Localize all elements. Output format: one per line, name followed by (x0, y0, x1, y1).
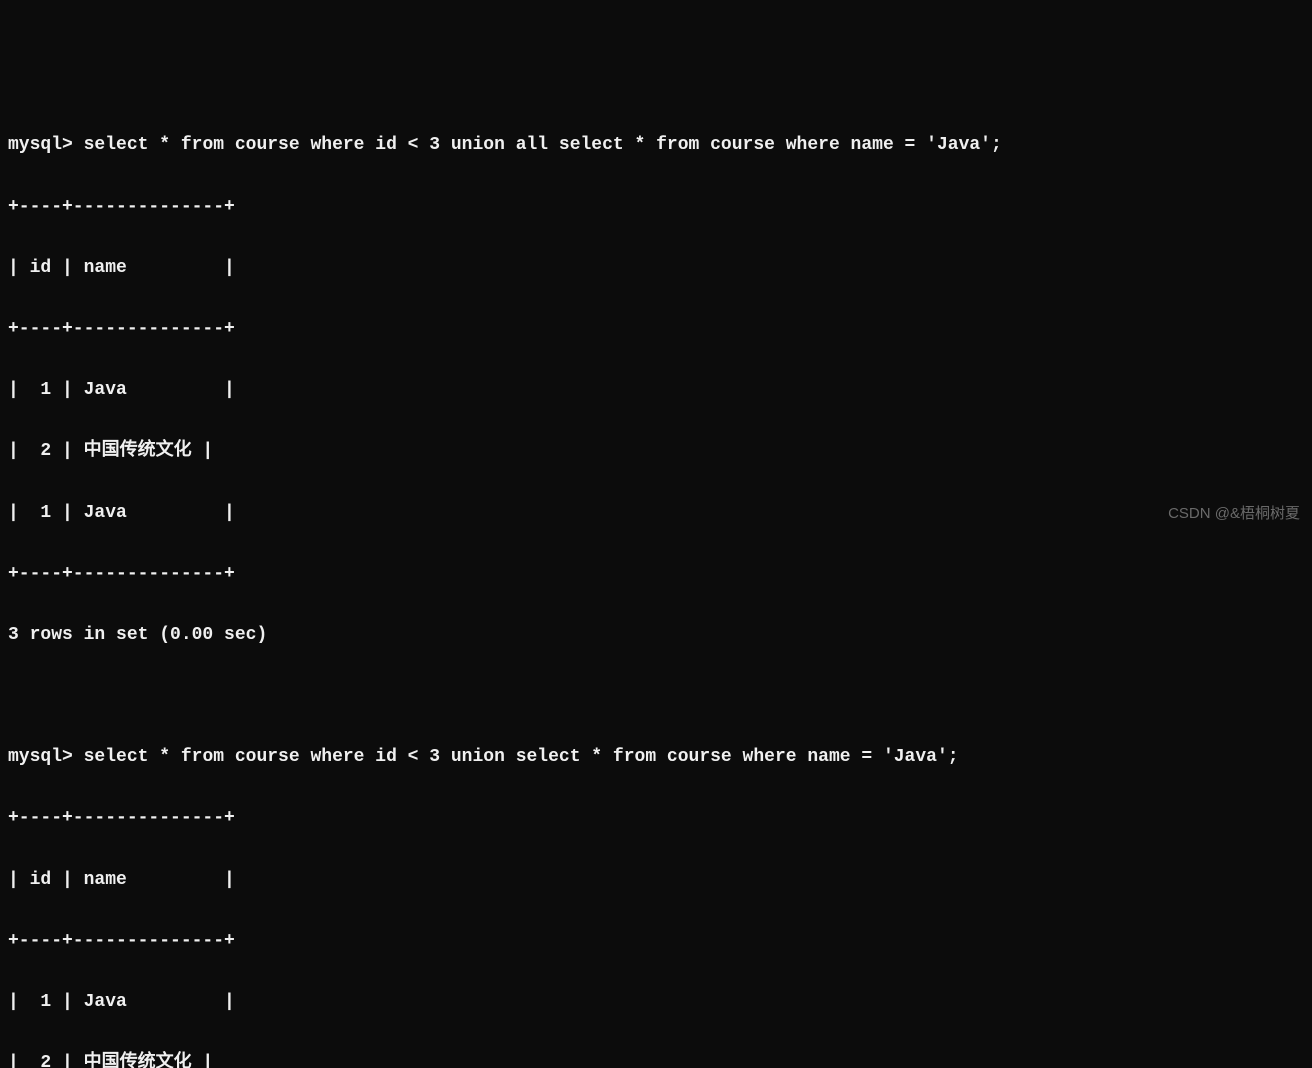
blank-line (8, 681, 1304, 712)
mysql-prompt: mysql> (8, 135, 84, 155)
watermark: CSDN @&梧桐树夏 (1168, 501, 1300, 527)
table-header: | id | name | (8, 253, 1304, 284)
table-row: | 1 | Java | (8, 375, 1304, 406)
table-border-mid: +----+--------------+ (8, 926, 1304, 957)
table-row: | 2 | 中国传统文化 | (8, 436, 1304, 467)
table-row: | 2 | 中国传统文化 | (8, 1048, 1304, 1068)
table-border-top: +----+--------------+ (8, 803, 1304, 834)
sql-query: select * from course where id < 3 union … (84, 135, 1002, 155)
sql-query: select * from course where id < 3 union … (84, 747, 959, 767)
table-border-bottom: +----+--------------+ (8, 559, 1304, 590)
table-header: | id | name | (8, 865, 1304, 896)
table-row: | 1 | Java | (8, 987, 1304, 1018)
table-row: | 1 | Java | (8, 498, 1304, 529)
query1-command-line: mysql> select * from course where id < 3… (8, 130, 1304, 161)
query2-command-line: mysql> select * from course where id < 3… (8, 742, 1304, 773)
result-footer: 3 rows in set (0.00 sec) (8, 620, 1304, 651)
mysql-prompt: mysql> (8, 747, 84, 767)
table-border-top: +----+--------------+ (8, 192, 1304, 223)
table-border-mid: +----+--------------+ (8, 314, 1304, 345)
